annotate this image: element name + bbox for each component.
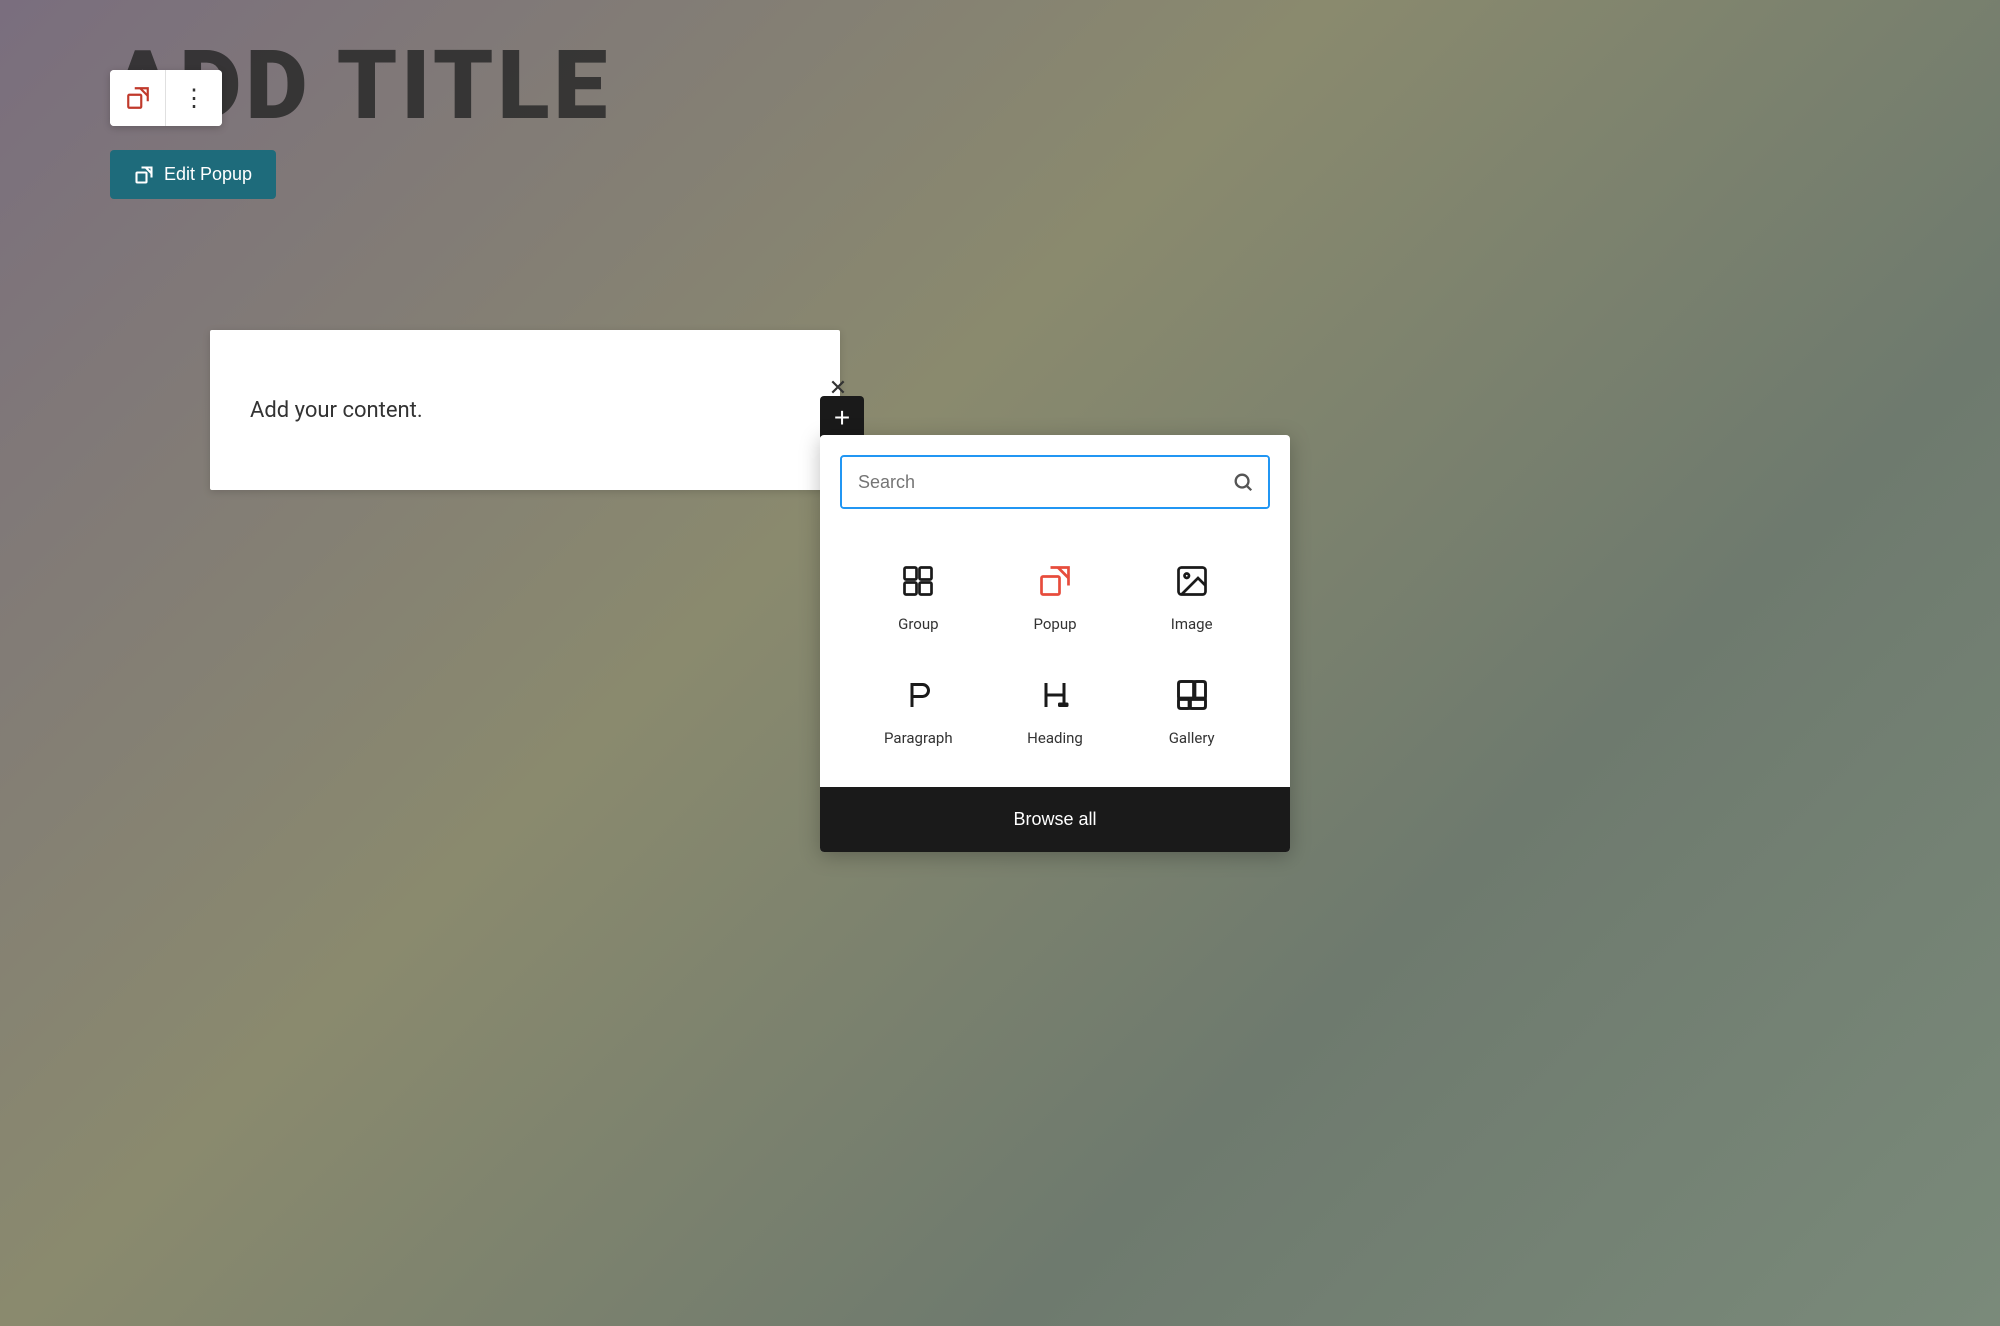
popup-block-icon (1033, 559, 1077, 603)
paragraph-block-icon (896, 673, 940, 717)
content-block: Add your content. (210, 330, 840, 490)
external-link-icon (134, 165, 154, 185)
block-grid: Group Popup Image (820, 519, 1290, 787)
block-inserter-panel: Group Popup Image (820, 435, 1290, 852)
block-toolbar: ⋮ (110, 70, 222, 126)
group-label: Group (898, 615, 938, 633)
more-options-button[interactable]: ⋮ (166, 70, 222, 126)
popup-label: Popup (1033, 615, 1076, 633)
gallery-block-icon (1170, 673, 1214, 717)
edit-popup-button[interactable]: Edit Popup (110, 150, 276, 199)
more-icon: ⋮ (182, 84, 206, 113)
paragraph-label: Paragraph (884, 729, 953, 747)
search-button[interactable] (1218, 457, 1268, 507)
block-item-image[interactable]: Image (1123, 539, 1260, 653)
heading-label: Heading (1027, 729, 1083, 747)
block-item-paragraph[interactable]: Paragraph (850, 653, 987, 767)
gallery-label: Gallery (1169, 729, 1215, 747)
browse-all-button[interactable]: Browse all (820, 787, 1290, 852)
search-container (820, 435, 1290, 519)
search-input-wrapper (840, 455, 1270, 509)
heading-block-icon (1033, 673, 1077, 717)
image-block-icon (1170, 559, 1214, 603)
plus-icon: + (834, 402, 850, 434)
add-block-button[interactable]: + (820, 396, 864, 440)
search-icon (1232, 471, 1254, 493)
block-item-group[interactable]: Group (850, 539, 987, 653)
group-icon (896, 559, 940, 603)
edit-popup-label: Edit Popup (164, 164, 252, 185)
search-input[interactable] (842, 458, 1218, 507)
block-item-gallery[interactable]: Gallery (1123, 653, 1260, 767)
popup-icon-button[interactable] (110, 70, 166, 126)
image-label: Image (1171, 615, 1213, 633)
content-placeholder-text: Add your content. (250, 398, 423, 423)
block-item-popup[interactable]: Popup (987, 539, 1124, 653)
block-item-heading[interactable]: Heading (987, 653, 1124, 767)
